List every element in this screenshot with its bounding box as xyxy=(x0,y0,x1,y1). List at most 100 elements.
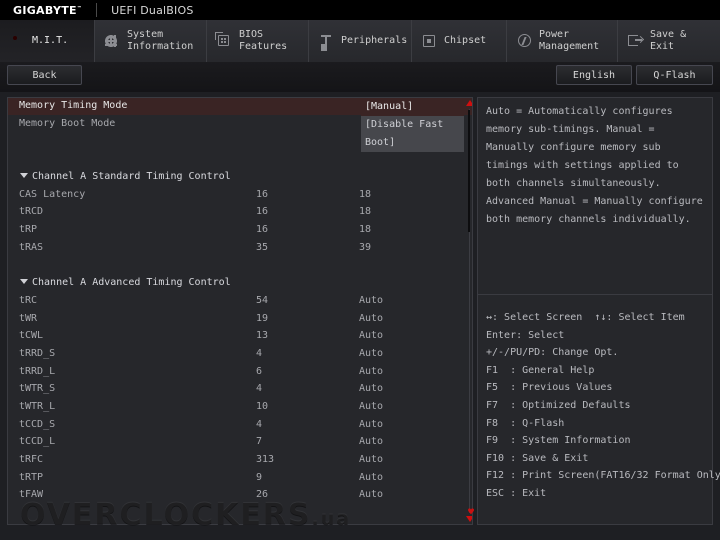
setting-value-set[interactable]: Auto xyxy=(359,419,383,430)
setting-value-current: 26 xyxy=(256,489,269,500)
setting-value-set[interactable]: Auto xyxy=(359,383,383,394)
setting-value-set[interactable]: Auto xyxy=(359,330,383,341)
setting-label: tRAS xyxy=(19,242,44,253)
scrollbar-thumb[interactable] xyxy=(468,110,470,232)
help-description: Auto = Automatically configures memory s… xyxy=(486,106,703,225)
tab-power-management-label: Power Management xyxy=(539,29,600,52)
settings-panel: Memory Timing Mode Memory Boot Mode [Man… xyxy=(7,97,473,525)
setting-value-set[interactable]: Auto xyxy=(359,401,383,412)
setting-label: tRCD xyxy=(19,206,44,217)
table-row[interactable]: tRRD_S 4 Auto xyxy=(8,346,472,363)
table-row[interactable]: tCCD_S 4 Auto xyxy=(8,417,472,434)
table-row[interactable]: tRFC 313 Auto xyxy=(8,452,472,469)
main-tab-strip: M.I.T. System Information BIOS Features … xyxy=(0,20,720,63)
setting-label: Memory Boot Mode xyxy=(19,118,116,129)
brand-subtitle: UEFI DualBIOS xyxy=(111,3,194,17)
setting-value-set[interactable]: 39 xyxy=(359,242,371,253)
table-row[interactable]: tWR 19 Auto xyxy=(8,311,472,328)
setting-value-current: 35 xyxy=(256,242,269,253)
setting-value-set[interactable]: Auto xyxy=(359,454,383,465)
back-button[interactable]: Back xyxy=(7,65,82,85)
setting-value-set[interactable]: Auto xyxy=(359,436,383,447)
setting-label: tRP xyxy=(19,224,38,235)
table-row[interactable]: tWTR_L 10 Auto xyxy=(8,399,472,416)
table-row[interactable]: CAS Latency 16 18 xyxy=(8,187,472,204)
setting-value-current: 4 xyxy=(256,383,263,394)
setting-label: tCWL xyxy=(19,330,44,341)
value-memory-boot-mode[interactable]: [Disable Fast Boot] xyxy=(361,116,464,152)
gauge-icon xyxy=(8,32,26,50)
setting-label: CAS Latency xyxy=(19,189,86,200)
setting-value-current: 9 xyxy=(256,472,263,483)
gigabyte-logo: GIGABYTE™ xyxy=(13,4,82,17)
table-row[interactable]: tFAW 26 Auto xyxy=(8,487,472,504)
setting-value-set[interactable]: Auto xyxy=(359,348,383,359)
bios-chip-icon xyxy=(215,32,233,50)
setting-label: tRRD_S xyxy=(19,348,56,359)
scroll-up-arrow-icon[interactable] xyxy=(466,100,472,106)
setting-value-set[interactable]: 18 xyxy=(359,224,371,235)
scroll-down-arrow-icon[interactable] xyxy=(466,516,472,522)
table-row[interactable]: tCWL 13 Auto xyxy=(8,328,472,345)
chipset-icon xyxy=(420,32,438,50)
setting-value-set[interactable]: Auto xyxy=(359,366,383,377)
tab-bios-features-label: BIOS Features xyxy=(239,29,288,52)
setting-value-set[interactable]: Auto xyxy=(359,313,383,324)
section-header-advanced-timing[interactable]: Channel A Advanced Timing Control xyxy=(8,275,472,292)
setting-value-current: 13 xyxy=(256,330,269,341)
setting-value-current: 16 xyxy=(256,189,269,200)
tab-peripherals[interactable]: Peripherals xyxy=(309,20,412,62)
table-row[interactable]: tRC 54 Auto xyxy=(8,293,472,310)
table-row[interactable]: tRTP 9 Auto xyxy=(8,470,472,487)
tab-bios-features[interactable]: BIOS Features xyxy=(207,20,309,62)
tab-mit[interactable]: M.I.T. xyxy=(0,20,95,62)
exit-arrow-icon xyxy=(626,32,644,50)
setting-label: tWR xyxy=(19,313,38,324)
qflash-button[interactable]: Q-Flash xyxy=(636,65,713,85)
help-key-legend: ↔: Select Screen ↑↓: Select Item Enter: … xyxy=(486,312,720,499)
table-row[interactable]: tCCD_L 7 Auto xyxy=(8,434,472,451)
setting-label: tRRD_L xyxy=(19,366,56,377)
setting-label: tRFC xyxy=(19,454,44,465)
setting-value-current: 4 xyxy=(256,348,263,359)
table-row[interactable]: tRAS 35 39 xyxy=(8,240,472,257)
setting-value-set[interactable]: Auto xyxy=(359,295,383,306)
trademark-symbol: ™ xyxy=(76,4,83,11)
table-row[interactable]: tWTR_S 4 Auto xyxy=(8,381,472,398)
setting-label: tWTR_L xyxy=(19,401,56,412)
setting-label: tRTP xyxy=(19,472,44,483)
setting-value-current: 54 xyxy=(256,295,269,306)
setting-value-set[interactable]: 18 xyxy=(359,189,371,200)
setting-label: tRC xyxy=(19,295,38,306)
help-divider xyxy=(478,294,712,295)
tab-system-information-label: System Information xyxy=(127,29,194,52)
settings-scrollbar[interactable] xyxy=(465,98,472,524)
tab-chipset-label: Chipset xyxy=(444,35,487,46)
setting-value-set[interactable]: 18 xyxy=(359,206,371,217)
setting-label: tWTR_S xyxy=(19,383,56,394)
brand-divider xyxy=(96,3,98,17)
section-title: Channel A Advanced Timing Control xyxy=(32,277,231,288)
setting-value-current: 4 xyxy=(256,419,263,430)
brand-bar: GIGABYTE™ UEFI DualBIOS xyxy=(0,0,720,20)
setting-value-set[interactable]: Auto xyxy=(359,472,383,483)
setting-value-current: 6 xyxy=(256,366,263,377)
setting-value-current: 16 xyxy=(256,206,269,217)
chevron-down-icon xyxy=(20,279,28,284)
table-row[interactable]: tRRD_L 6 Auto xyxy=(8,364,472,381)
gear-icon xyxy=(103,32,121,50)
setting-value-current: 10 xyxy=(256,401,269,412)
tab-save-and-exit[interactable]: Save & Exit xyxy=(618,20,720,62)
setting-label: tFAW xyxy=(19,489,44,500)
help-panel: Auto = Automatically configures memory s… xyxy=(477,97,720,525)
table-row[interactable]: tRP 16 18 xyxy=(8,222,472,239)
value-memory-timing-mode[interactable]: [Manual] xyxy=(361,98,464,116)
power-bolt-icon xyxy=(515,32,533,50)
table-row[interactable]: tRCD 16 18 xyxy=(8,204,472,221)
section-header-standard-timing[interactable]: Channel A Standard Timing Control xyxy=(8,169,472,186)
language-button[interactable]: English xyxy=(556,65,632,85)
setting-value-set[interactable]: Auto xyxy=(359,489,383,500)
tab-power-management[interactable]: Power Management xyxy=(507,20,618,62)
tab-system-information[interactable]: System Information xyxy=(95,20,207,62)
tab-chipset[interactable]: Chipset xyxy=(412,20,507,62)
